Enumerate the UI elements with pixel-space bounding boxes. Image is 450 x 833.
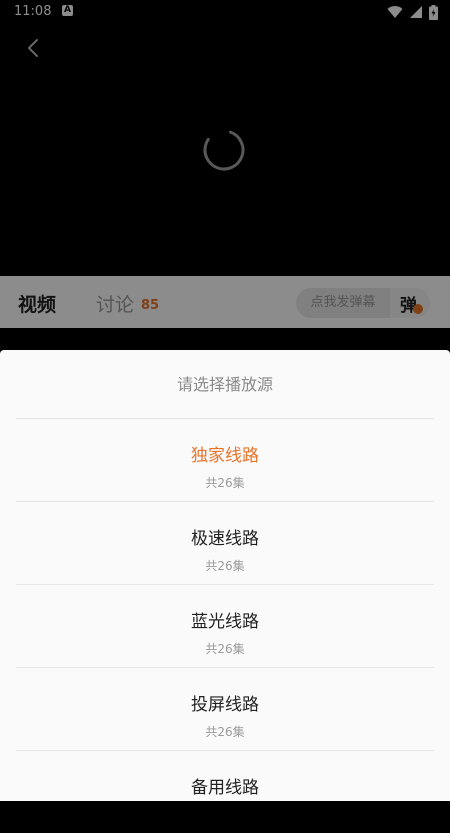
source-option-name: 投屏线路 — [191, 695, 259, 715]
source-option-name: 独家线路 — [191, 446, 259, 466]
source-option-name: 蓝光线路 — [191, 612, 259, 632]
sheet-title: 请选择播放源 — [176, 375, 273, 394]
source-option-episodes: 共26集 — [205, 725, 245, 739]
source-option-fast[interactable]: 极速线路 共26集 — [0, 502, 450, 584]
source-option-backup[interactable]: 备用线路 — [0, 751, 450, 833]
source-option-bluray[interactable]: 蓝光线路 共26集 — [0, 585, 450, 667]
source-option-name: 极速线路 — [191, 529, 259, 549]
source-option-name: 备用线路 — [191, 778, 259, 798]
source-option-episodes: 共26集 — [205, 476, 245, 490]
source-option-exclusive[interactable]: 独家线路 共26集 — [0, 419, 450, 501]
source-option-cast[interactable]: 投屏线路 共26集 — [0, 668, 450, 750]
source-option-episodes: 共26集 — [205, 642, 245, 656]
source-picker-sheet: 请选择播放源 独家线路 共26集 极速线路 共26集 蓝光线路 共26集 投屏线… — [0, 350, 450, 801]
source-option-episodes: 共26集 — [205, 559, 245, 573]
